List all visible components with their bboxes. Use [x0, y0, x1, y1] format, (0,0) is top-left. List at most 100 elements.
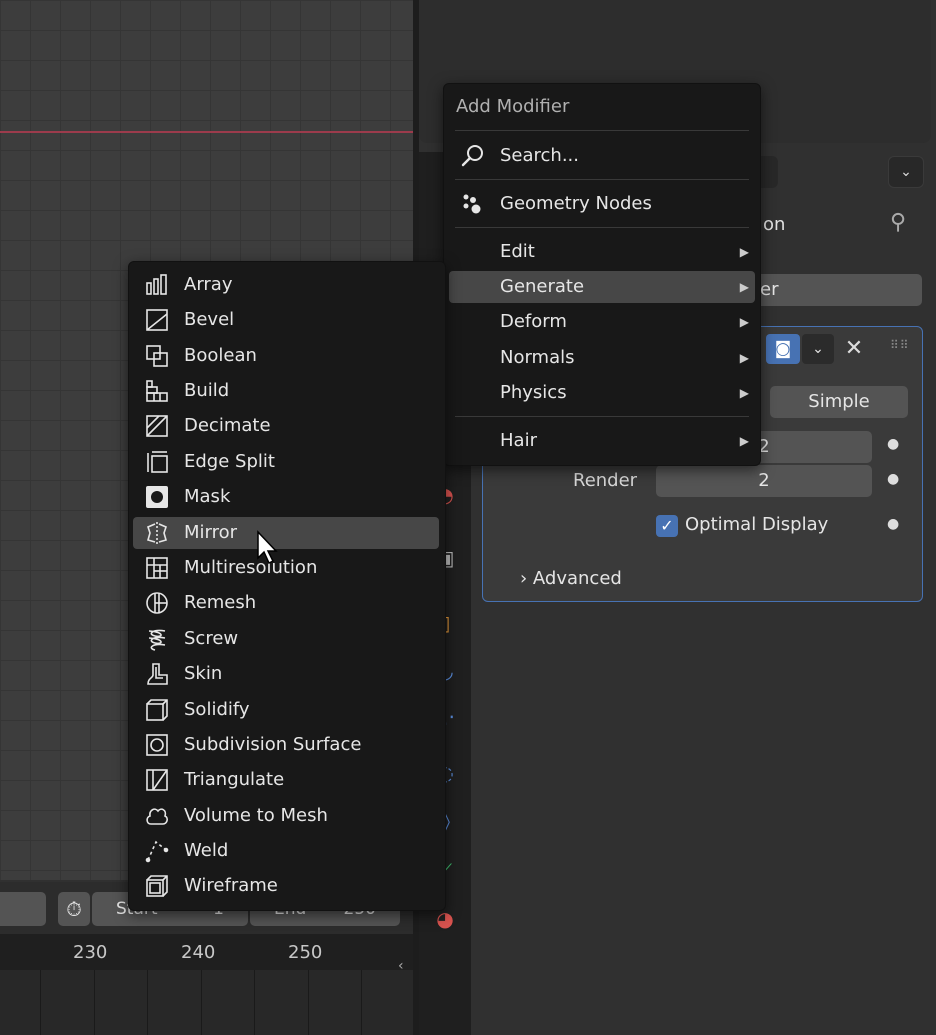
menu-item-solidify[interactable]: Solidify [133, 694, 439, 726]
timeline-gridline [94, 970, 95, 1035]
array-icon [146, 274, 167, 295]
timeline-gridline [308, 970, 309, 1035]
menu-separator [455, 227, 749, 228]
optimal-display-checkbox[interactable]: ✓ [656, 515, 678, 537]
menu-item-skin[interactable]: Skin [133, 658, 439, 690]
menu-item-label: Wireframe [184, 875, 278, 896]
category-label: Edit [500, 241, 535, 262]
triangle-right-icon: ▶ [739, 280, 749, 294]
mouse-pointer-icon [257, 530, 278, 565]
menu-item-edge-split[interactable]: Edge Split [133, 446, 439, 478]
menu-item-label: Bevel [184, 309, 235, 330]
simple-mode-button[interactable]: Simple [770, 386, 908, 418]
optimal-display-label: Optimal Display [685, 514, 829, 535]
subdivision-surface-icon [146, 734, 168, 756]
triangle-right-icon: ▶ [739, 434, 749, 448]
stopwatch-icon[interactable]: ⏱ [58, 892, 90, 926]
add-modifier-button[interactable]: er [752, 274, 922, 306]
menu-item-label: Skin [184, 663, 223, 684]
menu-item-array[interactable]: Array [133, 269, 439, 301]
menu-item-subdivision-surface[interactable]: Subdivision Surface [133, 729, 439, 761]
skin-icon [147, 663, 168, 685]
menu-item-wireframe[interactable]: Wireframe [133, 870, 439, 902]
ruler-tick: 230 [73, 942, 108, 963]
menu-separator [455, 416, 749, 417]
menu-item-decimate[interactable]: Decimate [133, 410, 439, 442]
triangle-right-icon: ▶ [739, 315, 749, 329]
screw-icon [148, 629, 166, 651]
timeline-gridline [147, 970, 148, 1035]
keyframe-dot-icon[interactable]: ● [887, 516, 899, 532]
menu-item-label: Build [184, 380, 230, 401]
menu-category-edit[interactable]: Edit ▶ [449, 236, 755, 268]
menu-item-bevel[interactable]: Bevel [133, 304, 439, 336]
ruler-tick: 250 [288, 942, 323, 963]
category-label: Physics [500, 382, 567, 403]
triangle-right-icon: ▶ [739, 245, 749, 259]
menu-separator [455, 179, 749, 180]
volume-to-mesh-icon [146, 808, 168, 825]
menu-item-build[interactable]: Build [133, 375, 439, 407]
menu-item-label: Subdivision Surface [184, 734, 362, 755]
menu-item-label: Decimate [184, 415, 271, 436]
menu-item-label: Volume to Mesh [184, 805, 328, 826]
modifier-options-chevron-down-icon[interactable]: ⌄ [802, 334, 834, 364]
menu-item-label: Array [184, 274, 233, 295]
wireframe-icon [146, 875, 168, 897]
drag-handle-icon[interactable]: ⠿⠿ [890, 338, 910, 352]
menu-geometry-nodes-item[interactable]: Geometry Nodes [449, 188, 755, 220]
menu-item-label: Screw [184, 628, 239, 649]
menu-item-triangulate[interactable]: Triangulate [133, 764, 439, 796]
menu-search-item[interactable]: Search... [449, 140, 755, 172]
triangle-right-icon: ▶ [739, 351, 749, 365]
decimate-icon [146, 415, 168, 437]
advanced-label: Advanced [532, 568, 622, 589]
timeline-gridline [254, 970, 255, 1035]
keyframe-dot-icon[interactable]: ● [887, 471, 899, 487]
advanced-panel-toggle[interactable]: › Advanced [520, 568, 622, 589]
menu-separator [455, 130, 749, 131]
timeline-gridline [361, 970, 362, 1035]
chevron-left-icon[interactable]: ‹ [398, 958, 404, 974]
keyframe-dot-icon[interactable]: ● [887, 436, 899, 452]
menu-item-label: Mask [184, 486, 231, 507]
geometry-nodes-label: Geometry Nodes [500, 193, 652, 214]
menu-item-label: Edge Split [184, 451, 275, 472]
menu-category-normals[interactable]: Normals ▶ [449, 342, 755, 374]
menu-item-label: Multiresolution [184, 557, 318, 578]
solidify-icon [146, 699, 168, 721]
menu-item-multiresolution[interactable]: Multiresolution [133, 552, 439, 584]
chevron-right-icon: › [520, 568, 533, 589]
render-toggle-camera-icon[interactable]: ◙ [766, 334, 800, 364]
ruler-tick: 240 [181, 942, 216, 963]
menu-item-label: Solidify [184, 699, 250, 720]
menu-item-screw[interactable]: Screw [133, 623, 439, 655]
menu-item-label: Mirror [184, 522, 238, 543]
menu-category-generate[interactable]: Generate ▶ [449, 271, 755, 303]
remesh-icon [146, 592, 168, 614]
menu-item-boolean[interactable]: Boolean [133, 340, 439, 372]
close-icon[interactable]: ✕ [842, 334, 866, 364]
mirror-icon [147, 522, 167, 544]
menu-category-hair[interactable]: Hair ▶ [449, 425, 755, 457]
menu-item-label: Triangulate [184, 769, 285, 790]
menu-item-remesh[interactable]: Remesh [133, 587, 439, 619]
menu-item-mirror[interactable]: Mirror [133, 517, 439, 549]
edge-split-icon [147, 451, 168, 473]
menu-category-physics[interactable]: Physics ▶ [449, 377, 755, 409]
pin-icon[interactable]: ⚲ [890, 210, 906, 235]
render-levels-field[interactable]: 2 [656, 465, 872, 497]
timeline-gridline [201, 970, 202, 1035]
search-label: Search... [500, 145, 580, 166]
timeline-gridline [40, 970, 41, 1035]
menu-title: Add Modifier [456, 96, 570, 117]
playback-field[interactable] [0, 892, 46, 926]
menu-category-deform[interactable]: Deform ▶ [449, 306, 755, 338]
render-label: Render [573, 470, 638, 491]
menu-item-weld[interactable]: Weld [133, 835, 439, 867]
menu-item-volume-to-mesh[interactable]: Volume to Mesh [133, 800, 439, 832]
menu-item-mask[interactable]: Mask [133, 481, 439, 513]
menu-item-label: Boolean [184, 345, 257, 366]
properties-options-dropdown[interactable]: ⌄ [888, 156, 924, 188]
category-label: Hair [500, 430, 537, 451]
